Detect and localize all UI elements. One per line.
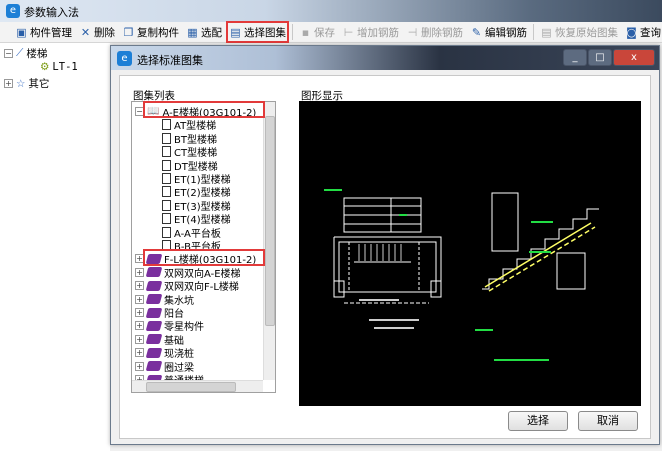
select-atlas-dialog: e 选择标准图集 _ □ x 图集列表 图形显示 − 📖 A-E楼梯(03G101-… [110,45,660,445]
book-icon [145,294,163,305]
dialog-title: 选择标准图集 [137,54,203,67]
toolbar-button-10[interactable]: ◙ 查询 [624,23,662,41]
tree-node-other[interactable]: + ☆ 其它 [4,76,49,91]
toolbar-button-label: 查询 [640,26,661,39]
toolbar-button-label: 复制构件 [137,26,179,39]
delete-x-icon: ✕ [80,25,91,39]
window-title: 参数输入法 [24,6,79,19]
save-icon: ▪ [301,25,310,39]
document-icon [162,159,171,171]
book-icon [145,267,163,278]
stairs-icon: ⟋ [16,47,24,59]
binoculars-icon: ◙ [626,25,637,39]
dialog-title-bar: e 选择标准图集 _ □ x [111,46,659,70]
toolbar-button-7[interactable]: ⊣ 删除钢筋 [405,23,464,41]
scroll-thumb[interactable] [146,382,236,392]
document-icon [162,119,171,131]
toolbar-button-3[interactable]: ▦ 选配 [185,23,223,41]
book-icon [145,334,163,345]
toolbar-button-label: 选择图集 [244,26,286,39]
tree-node-stairs[interactable]: − ⟋ 楼梯 [4,46,47,61]
expand-icon[interactable]: + [135,348,144,358]
toolbar-button-6[interactable]: ⊢ 增加钢筋 [341,23,400,41]
toolbar: ▣ 构件管理 ✕ 删除 ❐ 复制构件 ▦ 选配 ▤ 选择图集 ▪ 保存 ⊢ 增加钢筋 ⊣ 删除钢筋 ✎ 编辑钢筋 ▤… [0,21,662,43]
expand-icon[interactable]: + [135,267,144,277]
title-bar: e 参数输入法 [0,0,662,22]
atlas-icon: ▤ [230,25,241,39]
cancel-button[interactable]: 取消 [578,411,638,431]
toolbar-button-label: 构件管理 [30,26,72,39]
atlas-list[interactable]: − 📖 A-E楼梯(03G101-2) AT型楼梯 BT型楼梯 CT型楼梯 DT型楼梯 ET(… [131,101,276,393]
drawing-preview [299,101,641,406]
toolbar-separator [533,24,534,40]
add-rebar-icon: ⊢ [343,25,354,39]
document-icon [162,213,171,225]
document-icon [162,132,171,144]
document-icon [162,226,171,238]
book-icon [145,361,163,372]
toolbar-button-label: 恢复原始图集 [555,26,618,39]
toolbar-button-0[interactable]: ▣ 构件管理 [14,23,73,41]
tree-node-lt1[interactable]: ⚙ LT-1 [40,61,78,73]
toolbar-button-5[interactable]: ▪ 保存 [298,23,336,41]
restore-icon: ▤ [541,25,552,39]
component-icon: ⚙ [40,61,50,73]
toolbar-button-label: 删除钢筋 [421,26,463,39]
book-icon [145,307,163,318]
select-button[interactable]: 选择 [508,411,568,431]
toolbar-button-8[interactable]: ✎ 编辑钢筋 [469,23,528,41]
tree-label: 楼梯 [26,48,48,60]
expand-icon[interactable]: + [135,281,144,291]
copy-icon: ❐ [123,25,134,39]
expand-icon[interactable]: + [4,79,13,88]
document-icon [162,186,171,198]
tree-label: 其它 [28,78,50,90]
toolbar-button-4[interactable]: ▤ 选择图集 [226,21,289,43]
expand-icon[interactable]: + [135,308,144,317]
expand-icon[interactable]: + [135,334,144,344]
expand-icon[interactable]: + [135,294,144,304]
tree-label: LT-1 [52,61,78,73]
component-tree: − ⟋ 楼梯 ⚙ LT-1 + ☆ 其它 [0,43,110,451]
stair-drawing [324,189,599,361]
collapse-icon[interactable]: − [4,49,13,58]
select-match-icon: ▦ [187,25,198,39]
document-icon [162,146,171,158]
highlight-box [143,249,265,266]
close-button[interactable]: x [613,49,655,66]
toolbar-button-label: 编辑钢筋 [485,26,527,39]
expand-icon[interactable]: + [135,361,144,371]
minimize-button[interactable]: _ [563,49,587,66]
toolbar-button-1[interactable]: ✕ 删除 [78,23,116,41]
toolbar-button-label: 删除 [94,26,115,39]
toolbar-button-9[interactable]: ▤ 恢复原始图集 [539,23,619,41]
component-manage-icon: ▣ [16,25,27,39]
app-icon: e [117,51,132,66]
toolbar-button-label: 增加钢筋 [357,26,399,39]
star-icon: ☆ [16,77,26,90]
drawing-plan [333,236,442,298]
toolbar-separator [292,24,293,40]
drawing-rebar [484,222,596,292]
book-icon [145,280,163,291]
app-icon: e [6,4,20,18]
vertical-scrollbar[interactable] [263,102,275,380]
toolbar-button-label: 保存 [314,26,335,39]
horizontal-scrollbar[interactable] [132,380,263,392]
maximize-button[interactable]: □ [588,49,612,66]
toolbar-button-2[interactable]: ❐ 复制构件 [121,23,180,41]
scroll-thumb[interactable] [265,116,275,326]
document-icon [162,199,171,211]
book-icon [145,320,163,331]
delete-rebar-icon: ⊣ [407,25,418,39]
highlight-box [143,101,265,118]
edit-rebar-icon: ✎ [471,25,482,39]
document-icon [162,173,171,184]
book-icon [145,347,163,358]
toolbar-button-label: 选配 [201,26,222,39]
expand-icon[interactable]: + [135,321,144,331]
